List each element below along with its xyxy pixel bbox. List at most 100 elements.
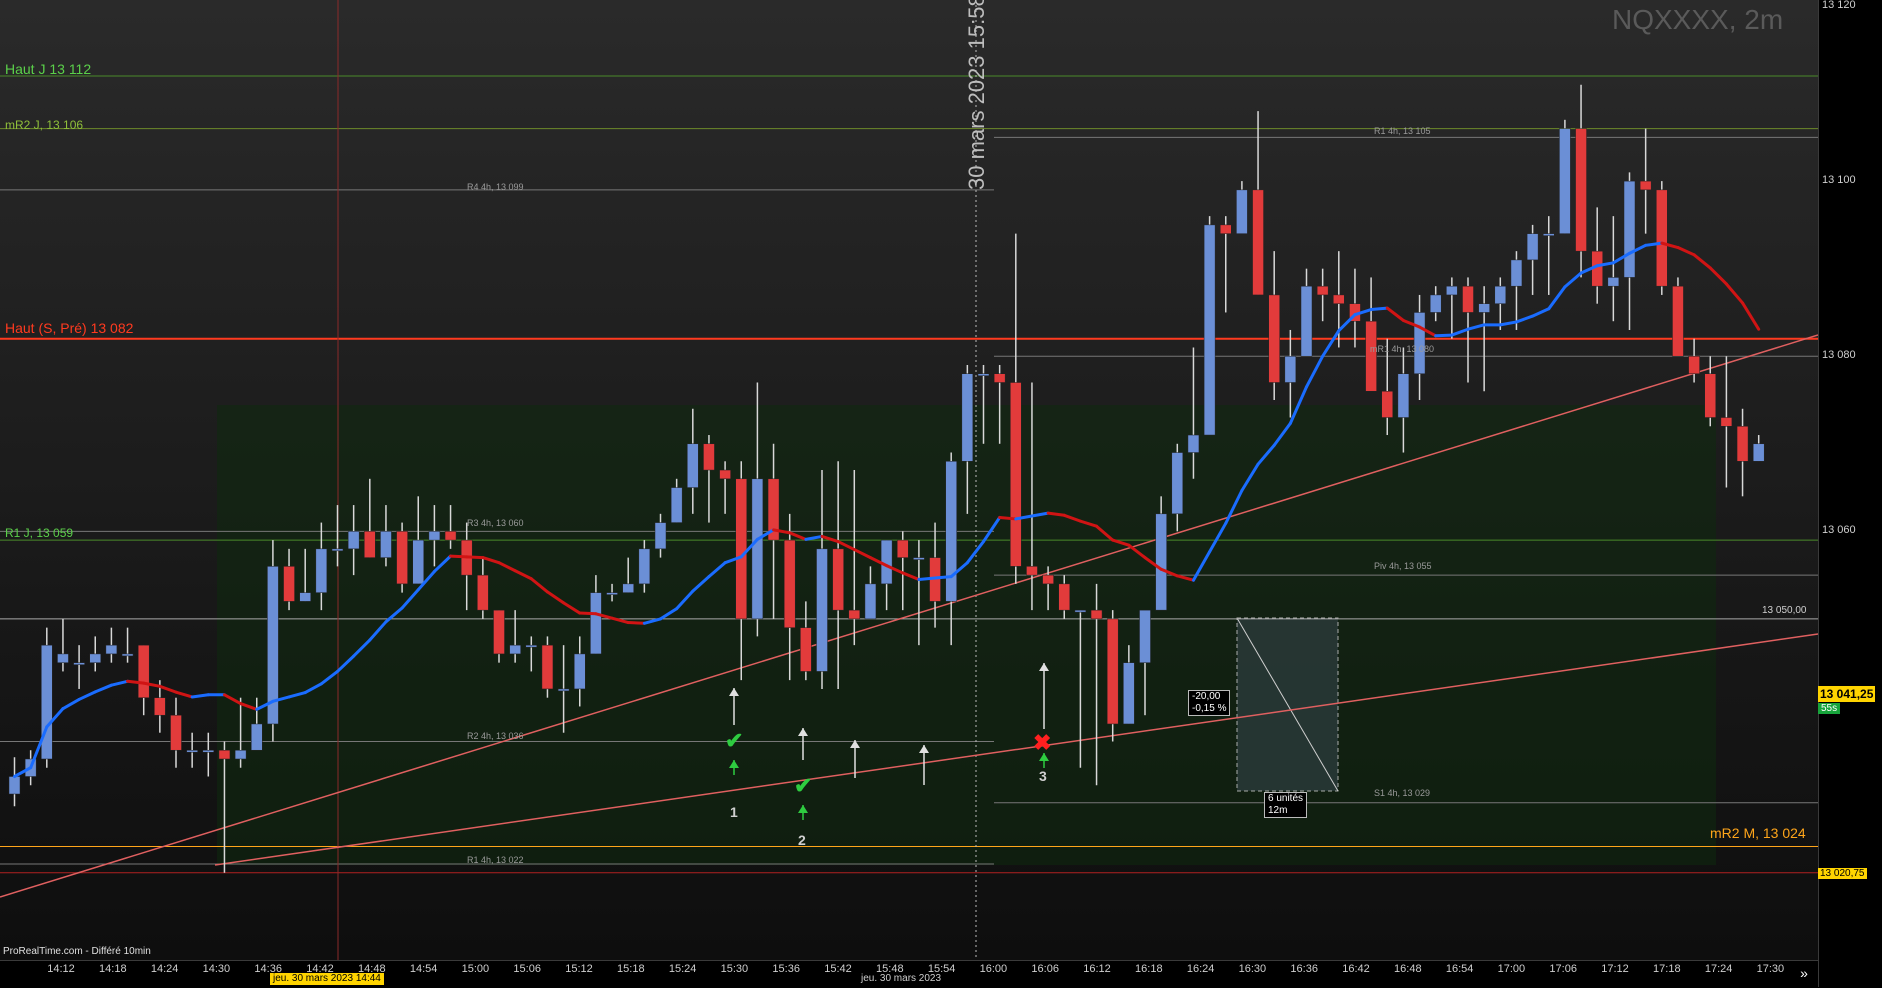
candle-body bbox=[1429, 294, 1442, 313]
candle-body bbox=[105, 644, 118, 655]
time-tick-19: 16:06 bbox=[1031, 963, 1059, 975]
candle-body bbox=[1510, 259, 1523, 287]
moving-average-segment-104 bbox=[1676, 246, 1696, 257]
moving-average-segment-39 bbox=[626, 621, 646, 625]
candle-98 bbox=[1591, 207, 1603, 304]
center-date-label: jeu. 30 mars 2023 bbox=[861, 973, 942, 984]
candle-body bbox=[186, 749, 198, 753]
candle-body bbox=[315, 548, 328, 593]
moving-average-segment-90 bbox=[1450, 327, 1470, 337]
level-r1-4h-right: R1 4h, 13 105 bbox=[1374, 126, 1431, 136]
candle-body bbox=[541, 644, 554, 690]
candle-77 bbox=[1252, 111, 1264, 296]
candle-body bbox=[202, 749, 215, 753]
candle-body bbox=[1607, 277, 1620, 287]
time-tick-18: 16:00 bbox=[979, 963, 1008, 975]
level-r4-4h: R4 4h, 13 099 bbox=[467, 182, 524, 192]
chart-window[interactable]: ✔ ✔ ✖ 14:12 14:18 14:24 14:30 14:36 14:42 14:48 1… bbox=[0, 0, 1882, 988]
check-icon-0: ✔ bbox=[725, 728, 743, 753]
candle-body bbox=[670, 487, 683, 523]
candle-89 bbox=[1446, 277, 1458, 339]
candle-body bbox=[654, 522, 667, 550]
candle-body bbox=[557, 688, 570, 692]
candle-103 bbox=[1672, 277, 1684, 357]
candle-body bbox=[1381, 390, 1393, 418]
moving-average-segment-6 bbox=[93, 683, 113, 694]
candle-body bbox=[1187, 434, 1200, 453]
candle-body bbox=[1397, 373, 1410, 418]
cursor-date-label: jeu. 30 mars 2023 14:44 bbox=[270, 973, 384, 985]
candle-0 bbox=[8, 757, 21, 807]
price-axis[interactable] bbox=[1818, 0, 1882, 987]
candle-body bbox=[283, 566, 295, 602]
candle-62 bbox=[1010, 233, 1022, 584]
candle-body bbox=[1752, 443, 1765, 462]
time-tick-30: 17:12 bbox=[1601, 963, 1629, 975]
candle-16 bbox=[267, 540, 279, 742]
candle-body bbox=[913, 557, 925, 560]
candle-92 bbox=[1494, 277, 1507, 330]
candle-body bbox=[880, 539, 893, 585]
candle-body bbox=[331, 548, 344, 552]
candle-body bbox=[945, 461, 957, 602]
candle-95 bbox=[1543, 216, 1555, 295]
candle-78 bbox=[1268, 251, 1280, 401]
candle-body bbox=[606, 592, 618, 595]
level-mr2-j: mR2 J, 13 106 bbox=[5, 118, 84, 132]
vertical-date-label: 30 mars 2023 15:58 bbox=[964, 0, 989, 190]
time-tick-31: 17:18 bbox=[1653, 963, 1681, 975]
candle-body bbox=[1268, 294, 1280, 383]
candle-107 bbox=[1736, 408, 1749, 497]
time-tick-1: 14:18 bbox=[99, 963, 127, 975]
scroll-right-button[interactable]: » bbox=[1792, 962, 1816, 984]
candle-body bbox=[1656, 189, 1668, 287]
candle-body bbox=[8, 776, 21, 795]
candle-body bbox=[735, 478, 747, 620]
price-chart[interactable]: ✔ ✔ ✖ bbox=[0, 0, 1818, 960]
candle-body bbox=[1333, 294, 1345, 304]
candle-body bbox=[509, 644, 521, 655]
candle-body bbox=[57, 653, 69, 663]
candle-body bbox=[1042, 574, 1054, 585]
candle-84 bbox=[1365, 277, 1377, 392]
candle-body bbox=[1623, 180, 1636, 278]
moving-average-segment-97 bbox=[1563, 271, 1583, 289]
moving-average-segment-85 bbox=[1369, 306, 1389, 312]
position-pnl-points: -20,00 bbox=[1192, 691, 1221, 702]
position-pnl-percent: -0,15 % bbox=[1192, 703, 1227, 714]
source-label: ProRealTime.com - Différé 10min bbox=[3, 946, 151, 957]
session-zone-right bbox=[994, 405, 1716, 865]
candle-body bbox=[364, 531, 376, 558]
position-units: 6 unités bbox=[1268, 793, 1304, 804]
signal-number-1: 1 bbox=[730, 804, 738, 820]
moving-average-segment-36 bbox=[578, 611, 598, 616]
time-tick-21: 16:18 bbox=[1135, 963, 1163, 975]
candle-body bbox=[251, 723, 263, 751]
moving-average-segment-28 bbox=[449, 554, 469, 559]
time-tick-28: 17:00 bbox=[1497, 963, 1526, 975]
candle-body bbox=[1365, 320, 1377, 392]
moving-average-segment-4 bbox=[61, 697, 81, 711]
candle-body bbox=[1106, 618, 1119, 725]
time-tick-32: 17:24 bbox=[1704, 963, 1733, 975]
candle-body bbox=[1639, 180, 1652, 191]
moving-average-segment-95 bbox=[1531, 307, 1551, 318]
moving-average-segment-108 bbox=[1741, 301, 1761, 331]
candle-body bbox=[1252, 189, 1264, 296]
candle-body bbox=[897, 539, 909, 558]
candle-body bbox=[800, 627, 812, 672]
candle-body bbox=[412, 539, 424, 585]
candle-body bbox=[525, 644, 538, 648]
time-tick-15: 15:42 bbox=[824, 963, 852, 975]
level-r2-4h: R2 4h, 13 036 bbox=[467, 731, 524, 741]
candle-body bbox=[396, 531, 408, 585]
candle-body bbox=[73, 662, 85, 665]
position-duration: 12m bbox=[1268, 805, 1288, 816]
candle-body bbox=[1010, 382, 1022, 567]
check-icon-1: ✔ bbox=[794, 773, 812, 798]
position-units-label: 6 unités 12m bbox=[1264, 792, 1308, 818]
cross-icon: ✖ bbox=[1033, 730, 1051, 755]
candle-body bbox=[1026, 566, 1038, 576]
candle-body bbox=[687, 443, 699, 488]
candle-body bbox=[1203, 224, 1216, 436]
